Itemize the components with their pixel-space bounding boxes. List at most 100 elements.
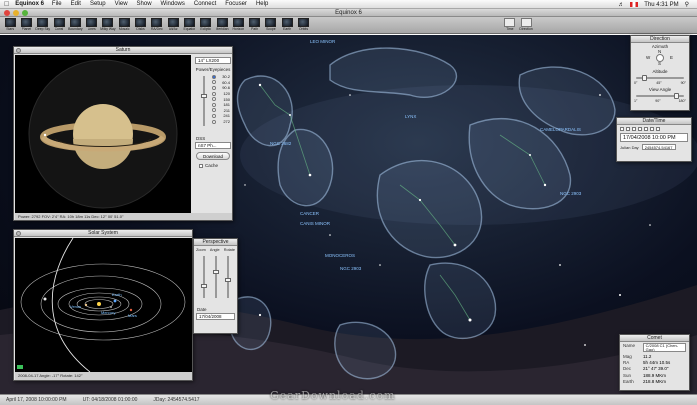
- toolbar-milky-way-button[interactable]: Milky Way: [100, 17, 116, 34]
- close-window-button[interactable]: [16, 48, 21, 53]
- saturn-telescope-view[interactable]: [15, 55, 191, 213]
- step-back-fast-button[interactable]: [620, 127, 624, 131]
- cache-checkbox[interactable]: [199, 163, 203, 168]
- sky-label-lynx[interactable]: LYNX: [405, 114, 416, 119]
- toolbar-mosaic-button[interactable]: Mosaic: [116, 17, 132, 34]
- date-time-titlebar[interactable]: Date/Time: [617, 118, 691, 125]
- power-radio[interactable]: [212, 85, 216, 90]
- compass-west[interactable]: W: [646, 55, 650, 60]
- date-time-field[interactable]: 17/04/2008 10:00 PM: [620, 133, 688, 142]
- input-flag-icon[interactable]: [630, 2, 639, 7]
- date-time-window[interactable]: Date/Time 17/04/2008 10:00 PM Julian Day…: [616, 117, 692, 162]
- menu-view[interactable]: View: [115, 1, 128, 7]
- menu-edit[interactable]: Edit: [71, 1, 81, 7]
- sky-label-ngc-2903-b[interactable]: NGC 2903: [340, 266, 362, 271]
- rotate-slider[interactable]: [225, 256, 231, 298]
- angle-slider[interactable]: [213, 256, 219, 298]
- power-radio[interactable]: [212, 102, 216, 107]
- direction-titlebar[interactable]: Direction: [631, 36, 689, 43]
- zoom-slider-knob[interactable]: [201, 284, 207, 288]
- toolbar-stars-button[interactable]: Stars: [2, 17, 18, 34]
- apple-menu-icon[interactable]: : [4, 0, 9, 9]
- solar-system-window[interactable]: Solar System Venus Earth Mercury Mars 20…: [13, 229, 193, 381]
- power-radio[interactable]: [212, 119, 216, 124]
- fov-select[interactable]: 14° LX200: [195, 57, 231, 64]
- menu-help[interactable]: Help: [256, 1, 268, 7]
- toolbar-direction-button[interactable]: Direction: [518, 17, 534, 34]
- view-angle-slider[interactable]: [636, 93, 684, 99]
- stop-button[interactable]: [638, 127, 642, 131]
- sky-label-cancer[interactable]: CANCER: [300, 211, 320, 216]
- toolbar-earth-button[interactable]: Earth: [279, 17, 295, 34]
- azimuth-compass[interactable]: N E S W: [645, 49, 675, 67]
- power-slider[interactable]: [201, 76, 207, 126]
- power-radio[interactable]: [212, 108, 216, 113]
- download-button[interactable]: Download: [196, 152, 230, 160]
- window-titlebar[interactable]: Equinox 6: [0, 9, 697, 17]
- view-angle-slider-knob[interactable]: [674, 93, 679, 99]
- sky-label-ngc-2682[interactable]: NGC 2682: [270, 141, 292, 146]
- menu-setup[interactable]: Setup: [90, 1, 106, 7]
- menu-file[interactable]: File: [52, 1, 62, 7]
- step-forward-button[interactable]: [644, 127, 648, 131]
- step-forward-fast-button[interactable]: [650, 127, 654, 131]
- volume-icon[interactable]: ♬: [618, 2, 624, 8]
- rotate-slider-knob[interactable]: [225, 278, 231, 282]
- perspective-titlebar[interactable]: Perspective: [194, 239, 237, 246]
- solar-system-view[interactable]: Venus Earth Mercury Mars: [15, 238, 192, 372]
- menu-focuser[interactable]: Focuser: [225, 1, 247, 7]
- toolbar-ecliptic-button[interactable]: Ecliptic: [198, 17, 214, 34]
- saturn-window-titlebar[interactable]: Saturn: [14, 47, 232, 54]
- perspective-window[interactable]: Perspective Zoom Angle Rotate Date 17/04…: [193, 238, 238, 334]
- menu-show[interactable]: Show: [137, 1, 152, 7]
- toolbar-ra-dec-button[interactable]: RA/Dec: [149, 17, 165, 34]
- toolbar-lines-button[interactable]: Lines: [83, 17, 99, 34]
- toolbar-alt-az-button[interactable]: Alt/Az: [165, 17, 181, 34]
- power-radio[interactable]: [212, 74, 216, 79]
- altitude-slider[interactable]: [636, 75, 684, 81]
- menu-app-name[interactable]: Equinox 6: [15, 1, 44, 7]
- toolbar-meridian-button[interactable]: Meridian: [214, 17, 230, 34]
- power-slider-knob[interactable]: [201, 94, 207, 98]
- power-radio[interactable]: [212, 113, 216, 118]
- perspective-date-select[interactable]: 17/04/2008: [196, 313, 235, 320]
- toolbar-boundary-button[interactable]: Boundary: [67, 17, 83, 34]
- toolbar-planet-button[interactable]: Planet: [18, 17, 34, 34]
- sky-label-camelopardalis[interactable]: CAMELOPARDALIS: [540, 127, 581, 132]
- solar-window-titlebar[interactable]: Solar System: [14, 230, 192, 237]
- zoom-window-button[interactable]: [22, 10, 28, 16]
- close-window-button[interactable]: [16, 231, 21, 236]
- sky-label-ngc-2903-a[interactable]: NGC 2903: [560, 191, 582, 196]
- angle-slider-knob[interactable]: [213, 270, 219, 274]
- menu-connect[interactable]: Connect: [194, 1, 216, 7]
- toolbar-equator-button[interactable]: Equator: [181, 17, 197, 34]
- comet-titlebar[interactable]: Comet: [620, 335, 689, 342]
- julian-day-field[interactable]: 2454574.54167: [641, 144, 676, 150]
- power-radio[interactable]: [212, 80, 216, 85]
- menu-windows[interactable]: Windows: [161, 1, 185, 7]
- toolbar-deep-sky-button[interactable]: Deep Sky: [35, 17, 51, 34]
- toolbar-const-button[interactable]: Const: [51, 17, 67, 34]
- direction-window[interactable]: Direction Azimuth N E S W Altitude 0° 45…: [630, 35, 690, 111]
- saturn-window[interactable]: Saturn 14° LX200 Power/Eyepieces 30.2 60…: [13, 46, 233, 221]
- power-radio[interactable]: [212, 91, 216, 96]
- power-radio[interactable]: [212, 97, 216, 102]
- minimize-window-button[interactable]: [13, 10, 19, 16]
- sky-label-leo-minor[interactable]: LEO MINOR: [310, 39, 336, 44]
- now-button[interactable]: [656, 127, 660, 131]
- toolbar-disks-button[interactable]: Disks: [132, 17, 148, 34]
- step-back-button[interactable]: [626, 127, 630, 131]
- compass-east[interactable]: E: [670, 55, 673, 60]
- compass-dial[interactable]: [656, 54, 664, 62]
- zoom-slider[interactable]: [201, 256, 207, 298]
- altitude-slider-knob[interactable]: [642, 75, 647, 81]
- comet-info-window[interactable]: Comet Name C/2008 C1 (Chen-Gao) Mag 11.2 …: [619, 334, 690, 391]
- toolbar-time-button[interactable]: Time: [502, 17, 518, 34]
- toolbar-horizon-button[interactable]: Horizon: [230, 17, 246, 34]
- menubar-clock[interactable]: Thu 4:31 PM: [644, 2, 678, 8]
- sky-label-canis-minor[interactable]: CANIS MINOR: [300, 221, 331, 226]
- sky-label-monoceros[interactable]: MONOCEROS: [325, 253, 355, 258]
- toolbar-path-button[interactable]: Path: [246, 17, 262, 34]
- dss-select[interactable]: nS7 Ph...: [195, 142, 231, 149]
- spotlight-search-icon[interactable]: ⚲: [685, 1, 689, 8]
